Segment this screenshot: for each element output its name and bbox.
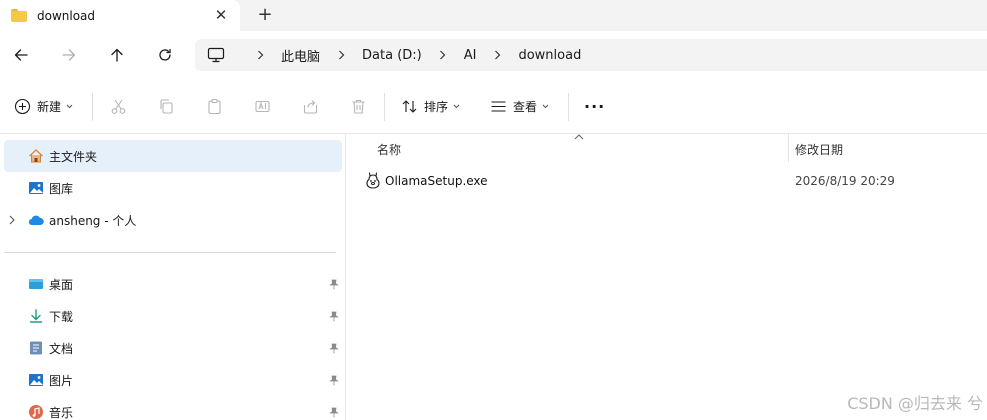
- sidebar-item-label: 音乐: [49, 405, 74, 420]
- arrow-up-icon: [111, 48, 123, 62]
- sidebar-divider: [4, 252, 336, 253]
- copy-button[interactable]: [158, 95, 175, 117]
- sidebar-item-label: 文档: [49, 341, 74, 356]
- sidebar-item-label: 桌面: [49, 277, 74, 292]
- rename-button[interactable]: [254, 95, 271, 117]
- arrow-left-icon: [14, 49, 28, 61]
- address-bar[interactable]: 此电脑 Data (D:) AI download: [195, 39, 987, 71]
- onedrive-icon: [28, 215, 44, 226]
- refresh-button[interactable]: [153, 43, 177, 67]
- sidebar-item-label: 图片: [49, 373, 74, 388]
- sidebar-item-music[interactable]: 音乐: [4, 396, 342, 420]
- sort-ascending-icon: [574, 134, 584, 140]
- breadcrumb-this-pc[interactable]: 此电脑: [281, 46, 320, 65]
- pin-icon[interactable]: [329, 407, 339, 418]
- pin-icon[interactable]: [329, 375, 339, 386]
- view-button[interactable]: 查看: [490, 95, 549, 117]
- folder-icon: [11, 9, 27, 22]
- breadcrumb-download[interactable]: download: [518, 48, 581, 63]
- breadcrumb-chevron-icon[interactable]: [490, 49, 504, 61]
- cut-button[interactable]: [110, 95, 127, 117]
- chevron-down-icon: [66, 104, 73, 108]
- documents-icon: [30, 341, 42, 355]
- breadcrumb-chevron-icon[interactable]: [253, 49, 267, 61]
- copy-icon: [160, 98, 173, 114]
- forward-button[interactable]: [57, 43, 81, 67]
- sort-icon: [402, 99, 417, 113]
- rename-icon: [255, 100, 270, 112]
- view-list-icon: [491, 100, 506, 112]
- plus-circle-icon: [14, 98, 31, 114]
- close-tab-icon[interactable]: ✕: [212, 6, 230, 24]
- toolbar-divider: [92, 93, 93, 121]
- toolbar-divider: [568, 93, 569, 121]
- paste-icon: [208, 98, 221, 114]
- share-icon: [303, 99, 318, 114]
- tab-download[interactable]: download ✕: [0, 0, 240, 31]
- back-button[interactable]: [9, 43, 33, 67]
- sidebar-item-onedrive[interactable]: ansheng - 个人: [4, 204, 342, 236]
- file-row[interactable]: OllamaSetup.exe 2026/8/19 20:29: [359, 168, 979, 194]
- pictures-icon: [29, 374, 43, 386]
- more-options-button[interactable]: ···: [584, 95, 605, 117]
- chevron-right-icon[interactable]: [8, 215, 16, 225]
- tab-title: download: [37, 8, 96, 23]
- paste-button[interactable]: [206, 95, 223, 117]
- chevron-down-icon: [542, 104, 549, 108]
- breadcrumb-chevron-icon[interactable]: [436, 49, 450, 61]
- sidebar-item-label: 图库: [49, 181, 74, 196]
- breadcrumb-data-drive[interactable]: Data (D:): [362, 48, 422, 63]
- gallery-icon: [29, 182, 43, 194]
- column-header-date-modified[interactable]: 修改日期: [795, 141, 843, 158]
- chevron-down-icon: [453, 104, 460, 108]
- sidebar-item-home[interactable]: 主文件夹: [4, 140, 342, 172]
- column-separator[interactable]: [788, 134, 789, 162]
- view-button-label: 查看: [513, 99, 538, 114]
- command-bar: 新建 排序 查看 ···: [0, 79, 987, 134]
- this-pc-icon[interactable]: [207, 47, 225, 63]
- up-button[interactable]: [105, 43, 129, 67]
- pin-icon[interactable]: [329, 311, 339, 322]
- toolbar-divider: [384, 93, 385, 121]
- column-header-name[interactable]: 名称: [377, 141, 401, 158]
- new-tab-button[interactable]: +: [256, 5, 274, 25]
- sidebar-item-downloads[interactable]: 下载: [4, 300, 342, 332]
- download-icon: [29, 309, 43, 323]
- sort-button[interactable]: 排序: [401, 95, 460, 117]
- refresh-icon: [159, 48, 171, 61]
- sort-button-label: 排序: [424, 99, 449, 114]
- sidebar-item-pictures[interactable]: 图片: [4, 364, 342, 396]
- pin-icon[interactable]: [329, 279, 339, 290]
- tab-strip: download ✕ +: [0, 0, 987, 31]
- ollama-icon: [366, 172, 380, 189]
- more-icon: ···: [584, 96, 606, 116]
- navigation-pane: 主文件夹 图库 ansheng - 个人 桌面 下载 文档 图片 音乐: [0, 134, 346, 420]
- home-icon: [29, 149, 43, 163]
- share-button[interactable]: [302, 95, 319, 117]
- delete-button[interactable]: [350, 95, 367, 117]
- cut-icon: [111, 99, 126, 114]
- breadcrumb-chevron-icon[interactable]: [334, 49, 348, 61]
- sidebar-item-gallery[interactable]: 图库: [4, 172, 342, 204]
- new-button[interactable]: 新建: [14, 95, 73, 117]
- file-name: OllamaSetup.exe: [385, 174, 488, 188]
- sidebar-item-label: ansheng - 个人: [49, 213, 137, 228]
- delete-icon: [352, 99, 365, 114]
- sidebar-item-label: 主文件夹: [49, 149, 98, 164]
- file-date-modified: 2026/8/19 20:29: [795, 174, 895, 188]
- pin-icon[interactable]: [329, 343, 339, 354]
- file-list: 名称 修改日期 OllamaSetup.exe 2026/8/19 20:29: [347, 134, 987, 420]
- sidebar-item-label: 下载: [49, 309, 74, 324]
- music-icon: [29, 405, 43, 419]
- new-button-label: 新建: [37, 99, 62, 114]
- navigation-bar: 此电脑 Data (D:) AI download: [0, 31, 987, 79]
- sidebar-item-documents[interactable]: 文档: [4, 332, 342, 364]
- sidebar-item-desktop[interactable]: 桌面: [4, 268, 342, 300]
- arrow-right-icon: [62, 49, 76, 61]
- desktop-icon: [29, 279, 43, 289]
- watermark: CSDN @归去来 兮: [847, 394, 983, 413]
- breadcrumb-ai[interactable]: AI: [464, 48, 477, 63]
